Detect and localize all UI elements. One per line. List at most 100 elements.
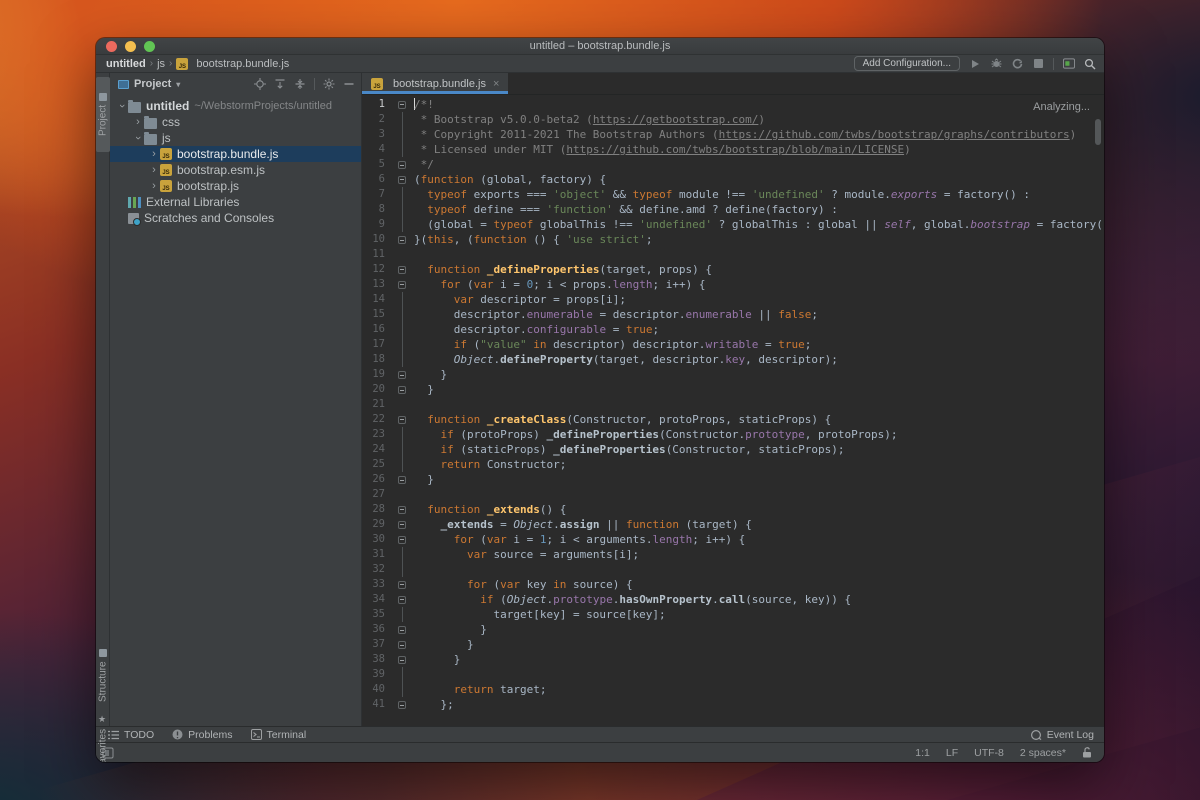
- line-number[interactable]: 35: [362, 607, 394, 622]
- tree-row[interactable]: › bootstrap.bundle.js: [110, 146, 361, 162]
- fold-gutter[interactable]: [394, 412, 410, 427]
- stripe-button-favorites[interactable]: Favorites ★: [96, 698, 110, 762]
- stripe-button-project[interactable]: Project: [96, 77, 110, 152]
- line-number[interactable]: 13: [362, 277, 394, 292]
- code-line[interactable]: 11: [362, 247, 1104, 262]
- fold-gutter[interactable]: [394, 667, 410, 682]
- debug-icon[interactable]: [990, 58, 1002, 70]
- code-line[interactable]: 21: [362, 397, 1104, 412]
- fold-marker-icon[interactable]: [398, 520, 406, 529]
- line-number[interactable]: 31: [362, 547, 394, 562]
- chevron-down-icon[interactable]: ▾: [176, 80, 180, 89]
- code-line[interactable]: 39: [362, 667, 1104, 682]
- line-number[interactable]: 8: [362, 202, 394, 217]
- fold-marker-icon[interactable]: [398, 160, 406, 169]
- line-number[interactable]: 2: [362, 112, 394, 127]
- fold-gutter[interactable]: [394, 532, 410, 547]
- status-widget-indent-style[interactable]: 2 spaces*: [1020, 747, 1066, 759]
- fold-marker-icon[interactable]: [398, 385, 406, 394]
- line-number[interactable]: 23: [362, 427, 394, 442]
- fold-gutter[interactable]: [394, 187, 410, 202]
- run-icon[interactable]: [969, 58, 981, 70]
- line-number[interactable]: 25: [362, 457, 394, 472]
- tree-chevron-icon[interactable]: ›: [148, 164, 160, 176]
- tree-row[interactable]: External Libraries: [110, 194, 361, 210]
- fold-gutter[interactable]: [394, 697, 410, 712]
- close-window-button[interactable]: [106, 40, 117, 52]
- tool-window-button-terminal[interactable]: Terminal: [250, 729, 306, 741]
- code-line[interactable]: 38 }: [362, 652, 1104, 667]
- fold-marker-icon[interactable]: [398, 655, 406, 664]
- unlock-icon[interactable]: [1082, 747, 1092, 758]
- fold-gutter[interactable]: [394, 682, 410, 697]
- tree-chevron-icon[interactable]: ›: [148, 148, 160, 160]
- fold-gutter[interactable]: [394, 292, 410, 307]
- code-line[interactable]: 14 var descriptor = props[i];: [362, 292, 1104, 307]
- code-line[interactable]: 40 return target;: [362, 682, 1104, 697]
- code-line[interactable]: 10}(this, (function () { 'use strict';: [362, 232, 1104, 247]
- code-line[interactable]: 35 target[key] = source[key];: [362, 607, 1104, 622]
- code-line[interactable]: 18 Object.defineProperty(target, descrip…: [362, 352, 1104, 367]
- fold-marker-icon[interactable]: [398, 625, 406, 634]
- line-number[interactable]: 1: [362, 97, 394, 112]
- code-line[interactable]: 16 descriptor.configurable = true;: [362, 322, 1104, 337]
- tree-chevron-icon[interactable]: ›: [132, 132, 144, 144]
- code-line[interactable]: 17 if ("value" in descriptor) descriptor…: [362, 337, 1104, 352]
- code-line[interactable]: 20 }: [362, 382, 1104, 397]
- fold-gutter[interactable]: [394, 397, 410, 412]
- line-number[interactable]: 9: [362, 217, 394, 232]
- line-number[interactable]: 39: [362, 667, 394, 682]
- line-number[interactable]: 36: [362, 622, 394, 637]
- status-widget-caret-position[interactable]: 1:1: [915, 747, 930, 759]
- line-number[interactable]: 3: [362, 127, 394, 142]
- line-number[interactable]: 12: [362, 262, 394, 277]
- code-line[interactable]: 4 * Licensed under MIT (https://github.c…: [362, 142, 1104, 157]
- line-number[interactable]: 21: [362, 397, 394, 412]
- fold-gutter[interactable]: [394, 97, 410, 112]
- editor-tab[interactable]: bootstrap.bundle.js ×: [362, 73, 509, 94]
- line-number[interactable]: 27: [362, 487, 394, 502]
- code-line[interactable]: 37 }: [362, 637, 1104, 652]
- line-number[interactable]: 22: [362, 412, 394, 427]
- run-with-coverage-icon[interactable]: [1011, 58, 1023, 70]
- fold-gutter[interactable]: [394, 517, 410, 532]
- tree-chevron-icon[interactable]: ›: [132, 116, 144, 128]
- code-line[interactable]: 36 }: [362, 622, 1104, 637]
- tree-row[interactable]: Scratches and Consoles: [110, 210, 361, 226]
- fold-gutter[interactable]: [394, 577, 410, 592]
- code-line[interactable]: 24 if (staticProps) _defineProperties(Co…: [362, 442, 1104, 457]
- fold-marker-icon[interactable]: [398, 640, 406, 649]
- code-line[interactable]: 22 function _createClass(Constructor, pr…: [362, 412, 1104, 427]
- hide-panel-icon[interactable]: [343, 78, 355, 90]
- line-number[interactable]: 34: [362, 592, 394, 607]
- fold-gutter[interactable]: [394, 247, 410, 262]
- fold-gutter[interactable]: [394, 157, 410, 172]
- fold-gutter[interactable]: [394, 262, 410, 277]
- stop-icon[interactable]: [1032, 58, 1044, 70]
- fold-gutter[interactable]: [394, 232, 410, 247]
- fold-marker-icon[interactable]: [398, 595, 406, 604]
- line-number[interactable]: 16: [362, 322, 394, 337]
- fold-gutter[interactable]: [394, 202, 410, 217]
- fold-gutter[interactable]: [394, 352, 410, 367]
- tool-window-button-event-log[interactable]: Event Log: [1030, 729, 1094, 741]
- line-number[interactable]: 11: [362, 247, 394, 262]
- code-line[interactable]: 7 typeof exports === 'object' && typeof …: [362, 187, 1104, 202]
- fold-marker-icon[interactable]: [398, 535, 406, 544]
- zoom-window-button[interactable]: [144, 40, 155, 52]
- tool-window-button-problems[interactable]: Problems: [172, 729, 233, 741]
- fold-gutter[interactable]: [394, 427, 410, 442]
- fold-gutter[interactable]: [394, 607, 410, 622]
- fold-gutter[interactable]: [394, 487, 410, 502]
- code-line[interactable]: 6 (function (global, factory) {: [362, 172, 1104, 187]
- add-configuration-button[interactable]: Add Configuration...: [853, 56, 960, 71]
- fold-marker-icon[interactable]: [398, 280, 406, 289]
- editor-scrollbar-thumb[interactable]: [1095, 119, 1101, 145]
- tool-window-button-todo[interactable]: TODO: [108, 729, 154, 741]
- code-line[interactable]: 3 * Copyright 2011-2021 The Bootstrap Au…: [362, 127, 1104, 142]
- line-number[interactable]: 10: [362, 232, 394, 247]
- tree-row[interactable]: › css: [110, 114, 361, 130]
- fold-gutter[interactable]: [394, 547, 410, 562]
- breadcrumb-item[interactable]: bootstrap.bundle.js: [176, 57, 289, 70]
- fold-gutter[interactable]: [394, 172, 410, 187]
